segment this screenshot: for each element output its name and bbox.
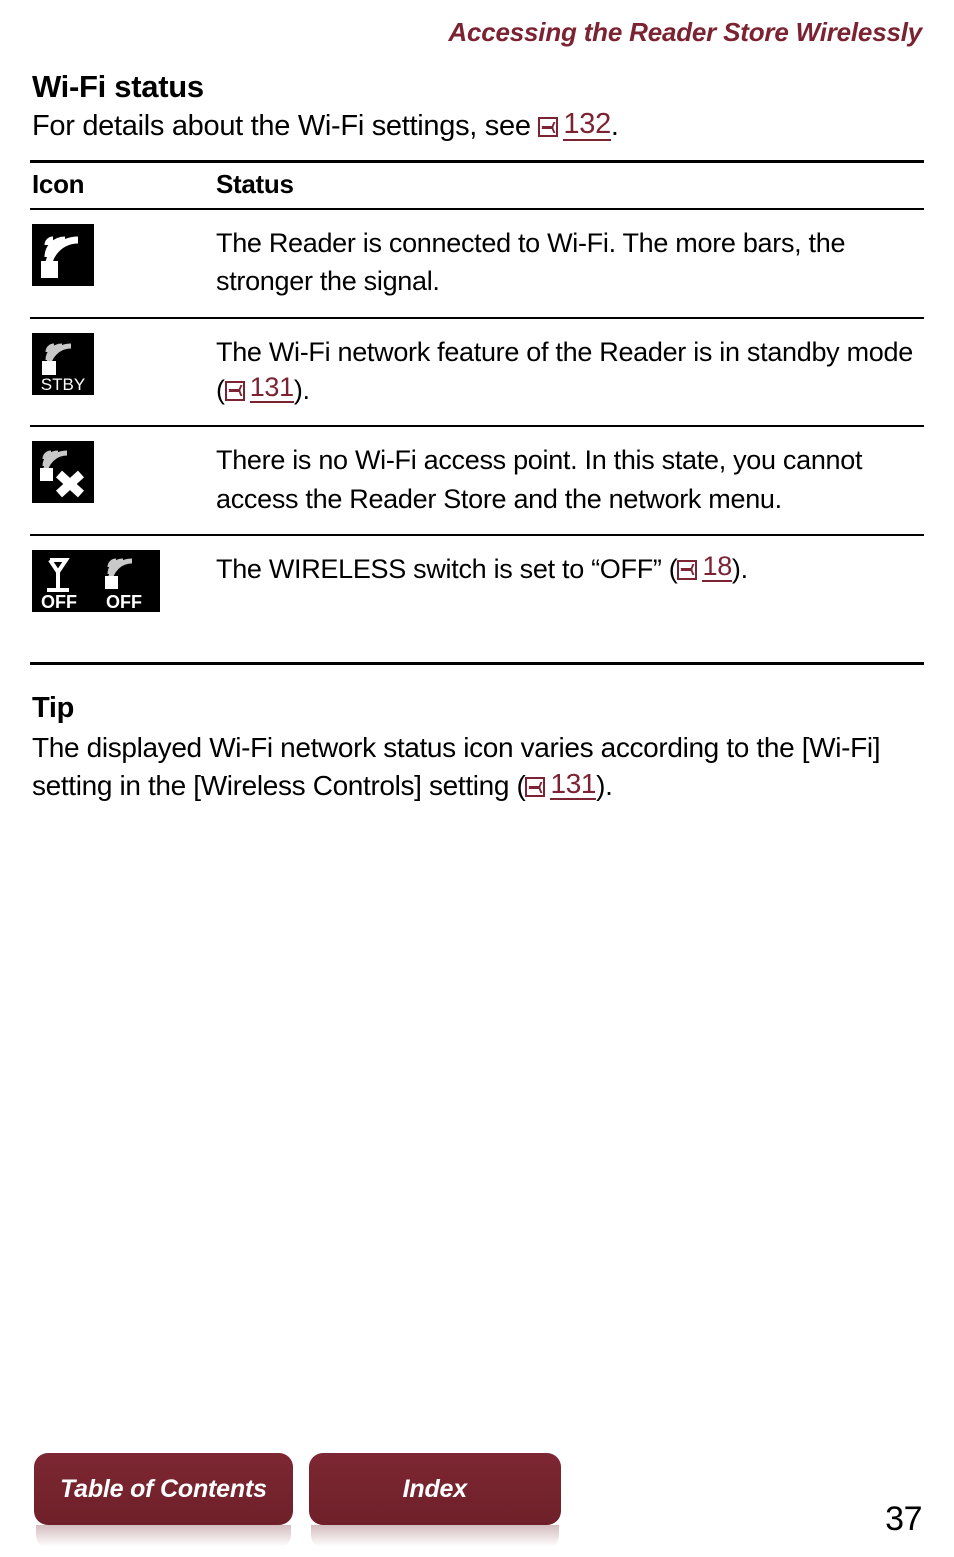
cell-icon: STBY <box>30 317 214 428</box>
page-footer: Table of Contents Index 37 <box>30 1437 924 1557</box>
page-ref-number: 132 <box>563 107 611 141</box>
section-intro: For details about the Wi-Fi settings, se… <box>32 108 924 146</box>
wifi-off-label: OFF <box>106 592 142 612</box>
page-ref-number: 18 <box>702 551 732 583</box>
wifi-no-access-point-icon <box>32 441 94 504</box>
cell-status: The Wi-Fi network feature of the Reader … <box>214 317 924 428</box>
document-page: Accessing the Reader Store Wirelessly Wi… <box>0 0 954 1557</box>
page-reference-link[interactable]: 132 <box>538 107 611 141</box>
wireless-off-icon: OFF OFF <box>32 549 160 612</box>
page-ref-arrow-icon <box>538 117 559 138</box>
antenna-off-label: OFF <box>41 592 77 612</box>
index-button[interactable]: Index <box>308 1453 561 1549</box>
table-row: There is no Wi-Fi access point. In this … <box>30 426 924 536</box>
page-reference-link[interactable]: 131 <box>224 372 294 404</box>
page-reference-link[interactable]: 131 <box>525 768 597 801</box>
tip-body-text: The displayed Wi-Fi network status icon … <box>32 731 881 802</box>
table-of-contents-button[interactable]: Table of Contents <box>34 1453 293 1549</box>
footer-nav-buttons: Table of Contents Index <box>34 1453 561 1549</box>
status-text-after: ). <box>731 553 748 584</box>
wifi-standby-icon: STBY <box>32 332 94 395</box>
status-text: The WIRELESS switch is set to “OFF” ( <box>216 553 678 584</box>
page-title: Wi-Fi status <box>32 68 204 104</box>
running-header-title: Accessing the Reader Store Wirelessly <box>448 17 922 47</box>
table-header-row: Icon Status <box>30 159 924 210</box>
tip-body-text-after: ). <box>596 770 613 802</box>
cell-icon: OFF OFF <box>30 534 214 665</box>
wifi-standby-icon-label: STBY <box>41 375 85 394</box>
page-ref-arrow-icon <box>224 380 245 401</box>
status-text: There is no Wi-Fi access point. In this … <box>216 445 863 514</box>
page-ref-number: 131 <box>550 768 597 801</box>
page-number: 37 <box>885 1500 922 1538</box>
cell-status: There is no Wi-Fi access point. In this … <box>214 426 924 536</box>
cell-status: The Reader is connected to Wi-Fi. The mo… <box>214 208 924 319</box>
table-row: The Reader is connected to Wi-Fi. The mo… <box>30 208 924 319</box>
page-ref-number: 131 <box>249 372 294 404</box>
page-ref-arrow-icon <box>525 777 546 798</box>
section-intro-text: For details about the Wi-Fi settings, se… <box>32 110 531 143</box>
page-ref-arrow-icon <box>677 559 698 580</box>
cell-icon <box>30 208 214 319</box>
table-row: OFF OFF The WIRELESS switch is set to “O… <box>30 534 924 665</box>
wifi-status-table: Icon Status The Reader is connected to W… <box>30 159 924 665</box>
cell-status: The WIRELESS switch is set to “OFF” ( 18)… <box>214 534 924 665</box>
page-reference-link[interactable]: 18 <box>677 551 732 583</box>
status-text-after: ). <box>293 374 310 405</box>
section-intro-period: . <box>610 110 619 143</box>
status-text: The Reader is connected to Wi-Fi. The mo… <box>216 227 846 297</box>
column-header-icon: Icon <box>30 159 214 210</box>
tip-body: The displayed Wi-Fi network status icon … <box>32 729 924 806</box>
cell-icon <box>30 426 214 536</box>
table-row: STBY The Wi-Fi network feature of the Re… <box>30 317 924 428</box>
column-header-status: Status <box>214 159 924 210</box>
status-text: The Wi-Fi network feature of the Reader … <box>216 336 913 405</box>
wifi-connected-icon <box>32 223 94 286</box>
tip-heading: Tip <box>32 691 75 724</box>
